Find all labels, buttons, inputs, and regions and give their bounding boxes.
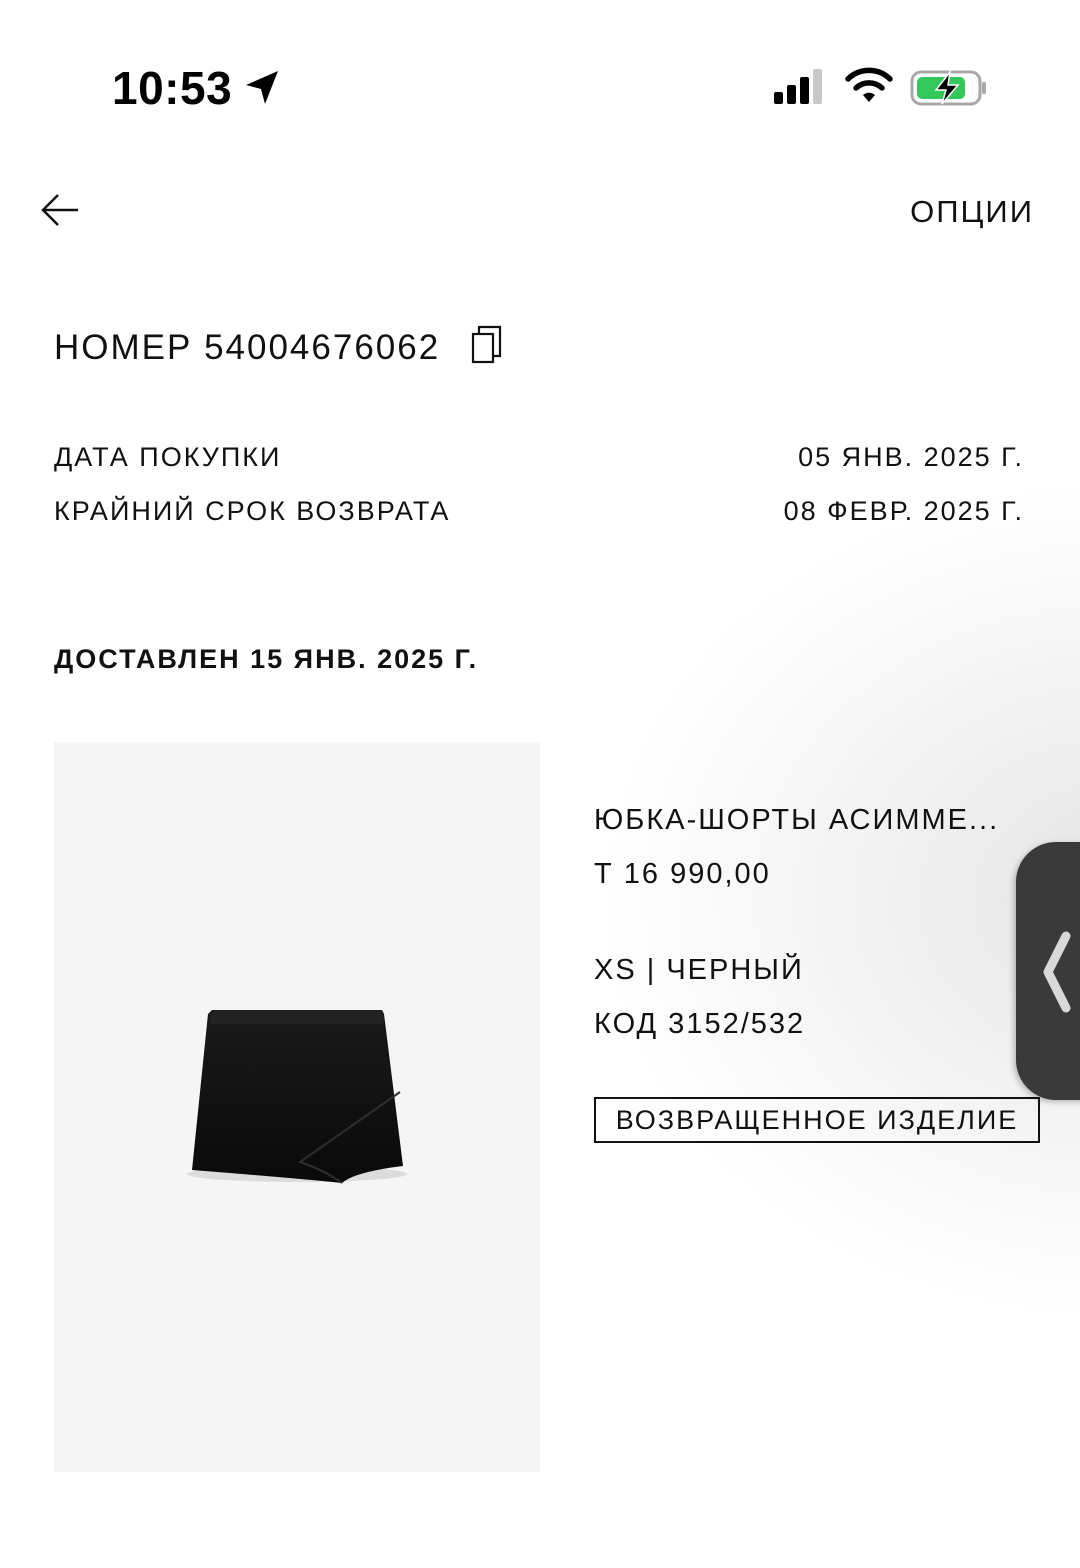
product-variant: XS | ЧЕРНЫЙ [594,954,804,986]
returned-item-badge: ВОЗВРАЩЕННОЕ ИЗДЕЛИЕ [594,1097,1040,1143]
status-time: 10:53 [112,62,233,114]
order-number: НОМЕР 54004676062 [54,328,441,367]
chevron-left-icon [1043,931,1071,1013]
side-panel-handle[interactable] [1016,842,1080,1100]
battery-charging-icon [910,69,986,106]
back-button[interactable] [36,188,84,232]
product-name[interactable]: ЮБКА-ШОРТЫ АСИММЕ... [594,800,1010,840]
return-deadline-label: КРАЙНИЙ СРОК ВОЗВРАТА [54,496,451,526]
arrow-left-icon [41,194,78,226]
purchase-date-row: ДАТА ПОКУПКИ 05 ЯНВ. 2025 Г. [54,440,1024,474]
copy-icon[interactable] [470,324,504,366]
cellular-signal-icon [774,69,822,104]
product-code: КОД 3152/532 [594,1008,806,1040]
product-image[interactable] [54,742,540,1472]
purchase-date-label: ДАТА ПОКУПКИ [54,442,282,472]
skirt-image [187,1010,407,1184]
purchase-date-value: 05 ЯНВ. 2025 Г. [798,442,1024,472]
options-button[interactable]: ОПЦИИ [910,194,1034,230]
wifi-icon [845,67,893,102]
return-deadline-row: КРАЙНИЙ СРОК ВОЗВРАТА 08 ФЕВР. 2025 Г. [54,494,1024,528]
return-deadline-value: 08 ФЕВР. 2025 Г. [783,496,1024,526]
delivery-status-heading: ДОСТАВЛЕН 15 ЯНВ. 2025 Г. [54,644,479,674]
product-price: Т 16 990,00 [594,858,771,890]
location-arrow-icon [246,71,278,104]
